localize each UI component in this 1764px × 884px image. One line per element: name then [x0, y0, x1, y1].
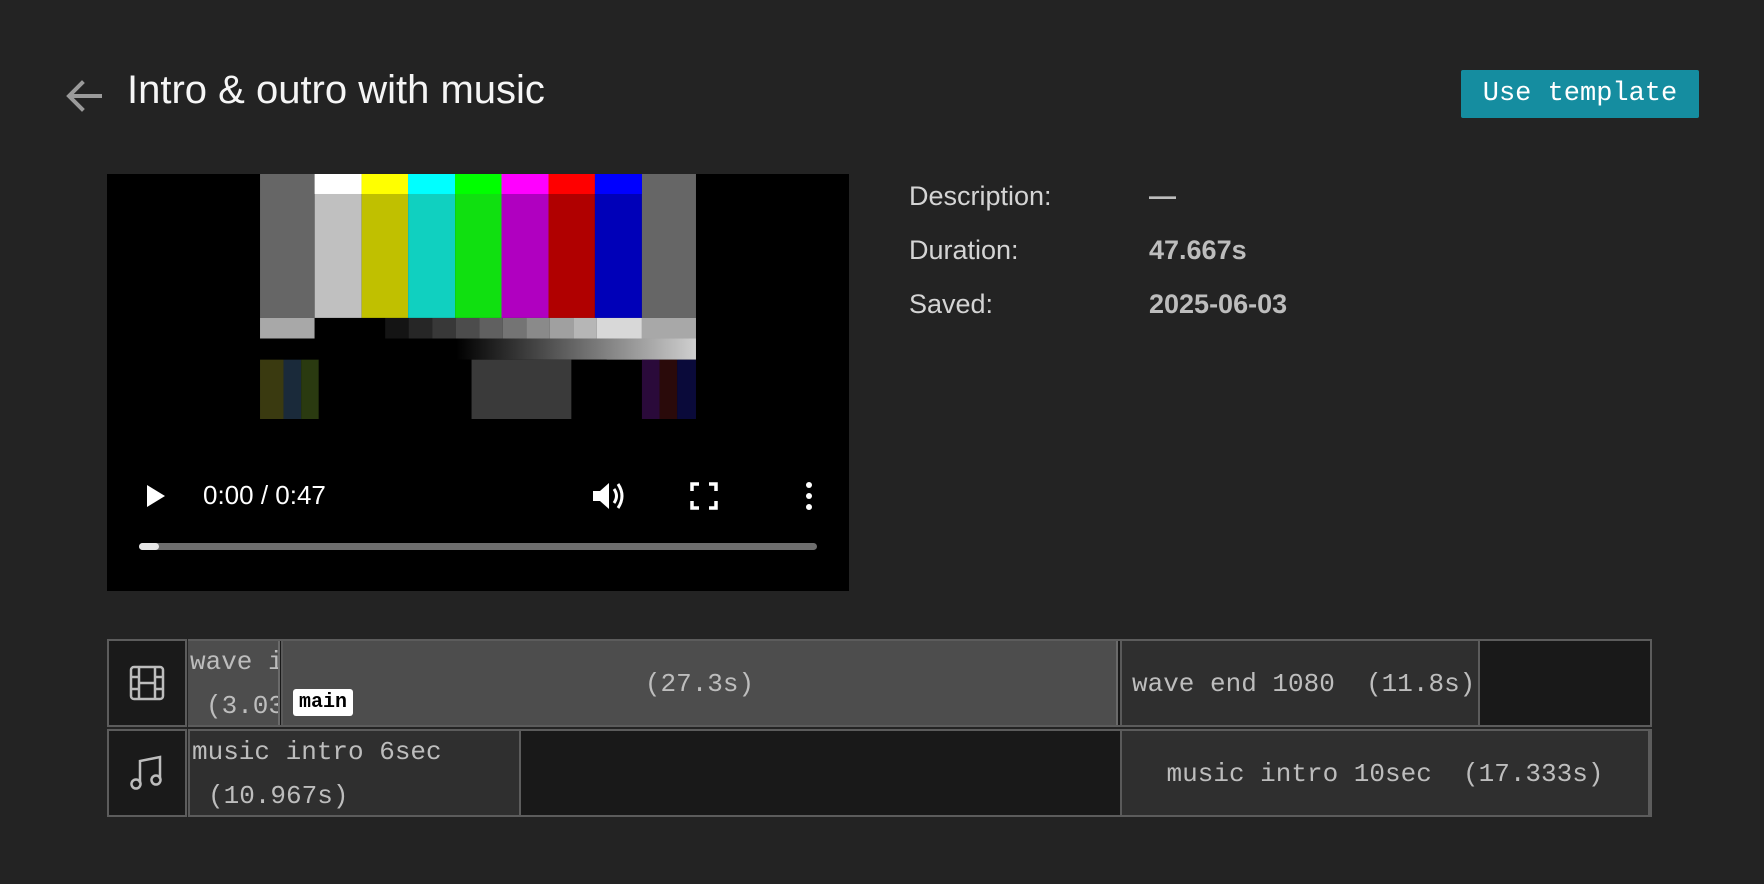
clip-name: music intro 6sec: [192, 737, 442, 767]
film-icon: [129, 665, 165, 701]
audio-track-lane: music intro 6sec (10.967s) music intro 1…: [188, 729, 1652, 817]
duration-value: 47.667s: [1149, 235, 1247, 265]
clip-name: wave i: [190, 647, 280, 677]
more-options-button[interactable]: [791, 478, 827, 514]
clip-duration: (17.333s): [1463, 759, 1604, 789]
play-icon: [147, 485, 165, 507]
audio-clip-music-intro-10sec[interactable]: music intro 10sec (17.333s): [1120, 731, 1650, 815]
back-button[interactable]: [62, 74, 106, 118]
clip-duration: (3.03: [206, 691, 280, 721]
fullscreen-icon: [690, 482, 718, 510]
clip-duration: (27.3s): [644, 669, 755, 699]
time-display: 0:00 / 0:47: [203, 480, 326, 510]
video-progress-bar[interactable]: [139, 543, 817, 550]
saved-value: 2025-06-03: [1149, 289, 1288, 319]
audio-clip-music-intro-6sec[interactable]: music intro 6sec (10.967s): [188, 731, 521, 815]
video-controls-overlay: [107, 456, 849, 591]
more-vertical-icon: [806, 482, 812, 510]
play-button[interactable]: [141, 481, 169, 511]
clip-duration: (11.8s): [1366, 669, 1476, 699]
duration-label: Duration:: [909, 235, 1019, 265]
description-value: —: [1149, 181, 1176, 211]
video-clip-main[interactable]: (27.3s) main: [281, 641, 1118, 725]
video-player[interactable]: 0:00 / 0:47: [107, 174, 849, 591]
video-clip-wave-intro[interactable]: wave i (3.03: [188, 641, 280, 725]
music-note-icon: [130, 755, 162, 790]
video-frame: [260, 174, 696, 419]
volume-icon: [593, 483, 624, 509]
use-template-button[interactable]: Use template: [1461, 70, 1699, 118]
video-clip-wave-end[interactable]: wave end 1080 (11.8s): [1120, 641, 1480, 725]
audio-track-header: [107, 729, 187, 817]
video-progress-fill: [139, 543, 160, 550]
arrow-left-icon: [66, 80, 102, 112]
video-track-header: [107, 639, 187, 727]
clip-label: wave end 1080 (11.8s): [1132, 669, 1475, 699]
clip-label: music intro 10sec (17.333s): [1122, 759, 1648, 789]
audio-track: music intro 6sec (10.967s) music intro 1…: [107, 729, 1652, 817]
timeline: wave i (3.03 (27.3s) main wave end 1080 …: [107, 639, 1652, 820]
clip-name: music intro 10sec: [1166, 759, 1432, 789]
page-title: Intro & outro with music: [127, 68, 545, 112]
video-track-lane: wave i (3.03 (27.3s) main wave end 1080 …: [188, 639, 1652, 727]
volume-button[interactable]: [589, 478, 629, 514]
description-label: Description:: [909, 181, 1052, 211]
main-badge: main: [293, 689, 354, 716]
saved-label: Saved:: [909, 289, 994, 319]
clip-name: wave end 1080: [1132, 669, 1335, 699]
fullscreen-button[interactable]: [688, 480, 720, 512]
video-track: wave i (3.03 (27.3s) main wave end 1080 …: [107, 639, 1652, 727]
clip-duration: (10.967s): [208, 781, 349, 811]
